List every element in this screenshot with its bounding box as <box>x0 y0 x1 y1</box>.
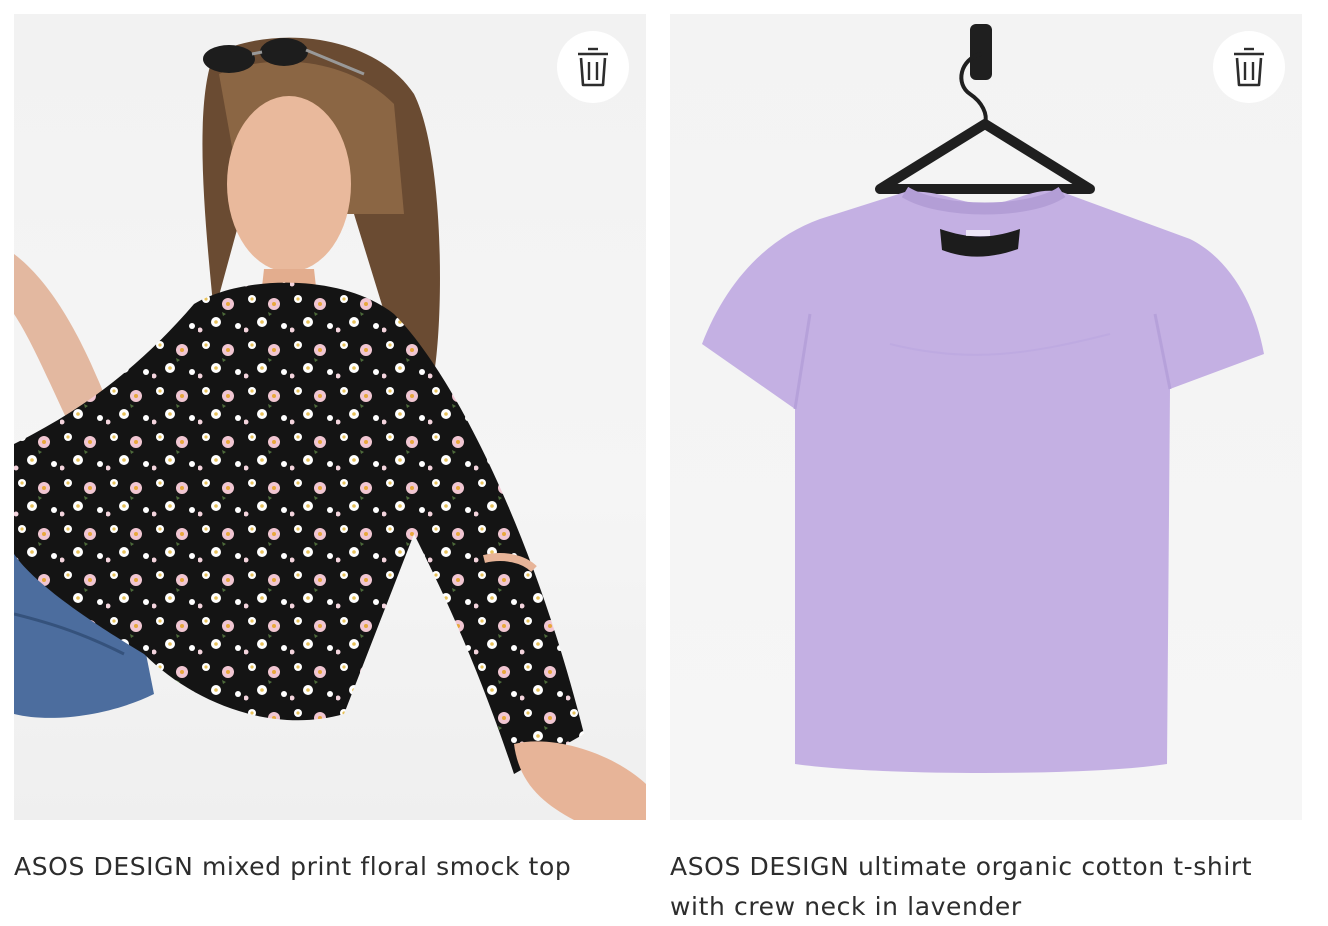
product-image-lavender-tshirt[interactable] <box>670 14 1302 820</box>
product-title[interactable]: ASOS DESIGN ultimate organic cotton t-sh… <box>670 847 1302 926</box>
saved-items-grid: ASOS DESIGN mixed print floral smock top <box>0 0 1328 926</box>
delete-button[interactable] <box>557 31 629 103</box>
product-title[interactable]: ASOS DESIGN mixed print floral smock top <box>14 847 646 887</box>
product-card: ASOS DESIGN mixed print floral smock top <box>14 14 646 887</box>
delete-button[interactable] <box>1213 31 1285 103</box>
trash-icon <box>1234 47 1264 87</box>
product-card: ASOS DESIGN ultimate organic cotton t-sh… <box>670 14 1302 926</box>
product-photo-illustration <box>14 37 646 820</box>
product-photo-illustration <box>702 24 1264 773</box>
trash-icon <box>578 47 608 87</box>
product-image-floral-top[interactable] <box>14 14 646 820</box>
